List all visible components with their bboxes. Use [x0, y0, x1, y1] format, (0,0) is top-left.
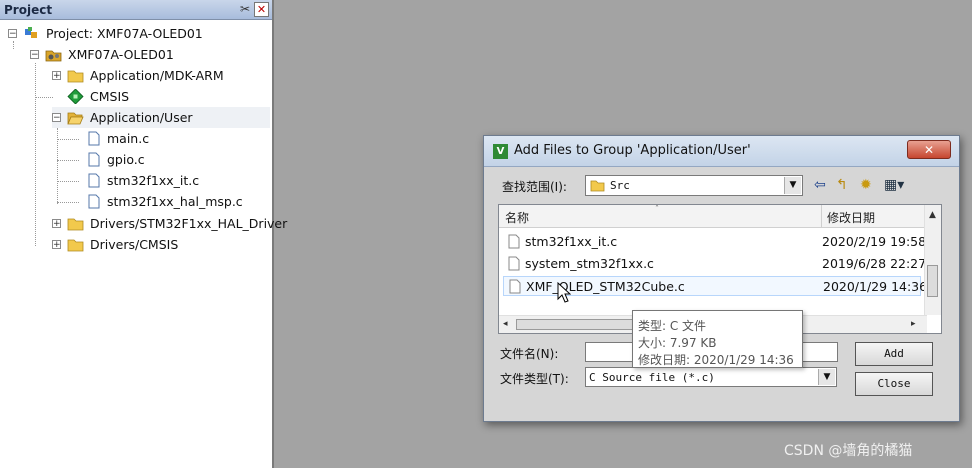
file-type-value: C Source file (*.c) — [589, 371, 715, 384]
file-icon — [88, 152, 100, 167]
dialog-title: Add Files to Group 'Application/User' — [514, 143, 751, 158]
new-folder-icon[interactable]: ✹ — [860, 177, 872, 193]
file-row[interactable]: system_stm32f1xx.c 2019/6/28 22:27 — [503, 254, 926, 274]
column-separator[interactable] — [821, 205, 822, 227]
dropdown-arrow-icon[interactable]: ▼ — [784, 177, 801, 194]
file-icon — [88, 131, 100, 146]
horizontal-scroll-thumb[interactable] — [516, 319, 634, 330]
close-button[interactable]: Close — [855, 372, 933, 396]
tree-item-file-gpio[interactable]: gpio.c — [87, 149, 145, 170]
keil-app-icon: V — [493, 144, 508, 159]
project-panel: Project ✂ ✕ − Project: XMF07A-OLED01 − X… — [0, 0, 287, 468]
tree-item-label: Application/User — [90, 110, 193, 125]
dropdown-arrow-icon[interactable]: ▼ — [818, 369, 835, 385]
tree-line — [35, 97, 53, 98]
tree-item-label: stm32f1xx_it.c — [107, 173, 200, 188]
tree-item-group-user[interactable]: − Application/User — [52, 107, 270, 128]
pin-icon[interactable]: ✂ — [240, 2, 250, 16]
tree-item-group-mdk-arm[interactable]: + Application/MDK-ARM — [52, 65, 224, 86]
tree-item-label: CMSIS — [90, 89, 130, 104]
tree-line — [35, 63, 36, 246]
column-modified[interactable]: 修改日期 — [827, 209, 875, 226]
expand-icon[interactable]: + — [52, 219, 61, 229]
list-header: ˄ 名称 修改日期 — [499, 205, 927, 228]
watermark: CSDN @墙角的橘猫 — [784, 443, 913, 459]
scroll-left-icon[interactable]: ◂ — [503, 319, 508, 329]
file-icon — [88, 173, 100, 188]
add-button[interactable]: Add — [855, 342, 933, 366]
folder-icon — [67, 70, 84, 83]
folder-icon — [67, 239, 84, 252]
cmsis-diamond-icon — [67, 89, 84, 104]
file-row[interactable]: stm32f1xx_it.c 2020/2/19 19:58 — [503, 232, 926, 252]
collapse-icon[interactable]: − — [52, 113, 61, 123]
tree-line — [57, 181, 79, 182]
tree-line — [57, 160, 79, 161]
panel-title-text: Project — [4, 2, 53, 17]
dialog-titlebar[interactable]: V Add Files to Group 'Application/User' … — [484, 136, 959, 167]
file-name-label: 文件名(N): — [500, 347, 559, 361]
scroll-right-icon[interactable]: ▸ — [911, 319, 916, 329]
target-icon — [45, 50, 62, 62]
tree-line — [57, 139, 79, 140]
up-folder-icon[interactable]: ↰ — [836, 177, 848, 193]
tree-item-group-drivers-cmsis[interactable]: + Drivers/CMSIS — [52, 234, 178, 255]
tree-item-group-hal-driver[interactable]: + Drivers/STM32F1xx_HAL_Driver — [52, 213, 287, 234]
tree-item-file-hal-msp[interactable]: stm32f1xx_hal_msp.c — [87, 191, 243, 212]
tree-item-label: Project: XMF07A-OLED01 — [46, 26, 203, 41]
look-in-value: Src — [610, 179, 630, 192]
look-in-combo[interactable]: Src ▼ — [585, 175, 803, 196]
tree-item-label: main.c — [107, 131, 150, 146]
tooltip-type: 类型: C 文件 — [638, 319, 707, 333]
sort-ascending-icon: ˄ — [655, 204, 659, 213]
expand-icon[interactable]: + — [52, 240, 61, 250]
tree-item-label: Drivers/CMSIS — [90, 237, 179, 252]
folder-icon — [590, 180, 605, 192]
mouse-cursor-icon — [557, 282, 571, 303]
view-menu-icon[interactable]: ▦▾ — [884, 177, 904, 193]
expand-icon[interactable]: + — [52, 71, 61, 81]
tree-item-label: XMF07A-OLED01 — [68, 47, 174, 62]
vertical-scroll-thumb[interactable] — [927, 265, 938, 297]
collapse-icon[interactable]: − — [8, 29, 17, 39]
tree-item-file-it[interactable]: stm32f1xx_it.c — [87, 170, 199, 191]
tree-item-label: stm32f1xx_hal_msp.c — [107, 194, 243, 209]
tree-item-label: Application/MDK-ARM — [90, 68, 224, 83]
look-in-label: 查找范围(I): — [502, 180, 567, 194]
scroll-up-icon[interactable]: ▲ — [929, 210, 936, 220]
folder-icon — [67, 218, 84, 231]
tree-item-file-main[interactable]: main.c — [87, 128, 149, 149]
back-icon[interactable]: ⇦ — [814, 177, 826, 193]
file-icon — [508, 256, 520, 271]
file-name: stm32f1xx_it.c — [525, 234, 618, 249]
panel-close-icon[interactable]: ✕ — [254, 2, 269, 17]
open-folder-icon — [67, 112, 84, 125]
file-date: 2020/2/19 19:58 — [822, 234, 927, 249]
panel-title: Project ✂ ✕ — [0, 0, 272, 20]
file-date: 2020/1/29 14:36 — [823, 279, 928, 294]
project-icon — [25, 27, 37, 38]
file-type-label: 文件类型(T): — [500, 372, 569, 386]
tooltip-modified: 修改日期: 2020/1/29 14:36 — [638, 353, 794, 367]
file-type-combo[interactable]: C Source file (*.c) ▼ — [585, 367, 837, 387]
tree-item-label: gpio.c — [107, 152, 145, 167]
tree-item-label: Drivers/STM32F1xx_HAL_Driver — [90, 216, 288, 231]
file-icon — [508, 234, 520, 249]
file-icon — [509, 279, 521, 294]
collapse-icon[interactable]: − — [30, 50, 39, 60]
tree-item-cmsis[interactable]: CMSIS — [67, 86, 129, 107]
tooltip-size: 大小: 7.97 KB — [638, 336, 717, 350]
tree-item-target[interactable]: − XMF07A-OLED01 — [30, 44, 174, 65]
file-name: system_stm32f1xx.c — [525, 256, 654, 271]
file-date: 2019/6/28 22:27 — [822, 256, 927, 271]
file-icon — [88, 194, 100, 209]
vertical-scrollbar[interactable]: ▲ — [924, 205, 941, 315]
dialog-close-button[interactable]: ✕ — [907, 140, 951, 159]
column-name[interactable]: 名称 — [505, 209, 529, 226]
tree-item-project[interactable]: − Project: XMF07A-OLED01 — [8, 23, 203, 44]
tree-line — [57, 202, 79, 203]
file-info-tooltip: 类型: C 文件 大小: 7.97 KB 修改日期: 2020/1/29 14:… — [632, 310, 803, 368]
file-name: XMF_OLED_STM32Cube.c — [526, 279, 685, 294]
add-files-dialog: V Add Files to Group 'Application/User' … — [483, 135, 960, 422]
